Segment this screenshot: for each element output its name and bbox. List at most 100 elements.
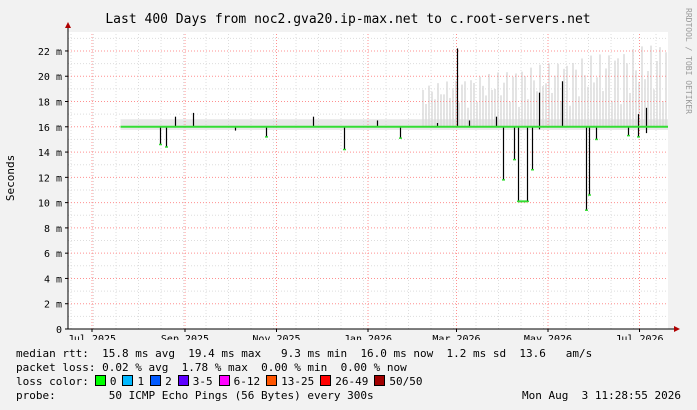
median-rtt-min: 9.3 ms min <box>280 347 348 360</box>
loss-color-item-label: 1 <box>137 375 145 388</box>
loss-color-item-label: 2 <box>165 375 172 388</box>
x-tick-label: Jul 2026 <box>615 334 663 340</box>
smoke-column <box>488 73 490 127</box>
y-tick-label: 20 m <box>38 72 62 83</box>
smoke-column <box>449 97 451 127</box>
smoke-column <box>473 82 475 127</box>
probe-timestamp: Mon Aug 3 11:28:55 2026 <box>522 389 681 402</box>
smoke-column <box>614 60 616 127</box>
smoke-column <box>443 94 445 127</box>
x-tick-label: Mar 2026 <box>432 334 480 340</box>
smoke-column <box>437 83 439 127</box>
y-tick-label: 2 m <box>44 300 62 311</box>
loss-color-swatch <box>320 375 332 386</box>
legend-median-rtt: median rtt: 15.8 ms avg 19.4 ms max 9.3 … <box>16 347 592 360</box>
loss-color-item-label: 13-25 <box>281 375 315 388</box>
smoke-column <box>599 54 601 127</box>
y-tick-label: 12 m <box>38 173 62 184</box>
y-axis: 0 2 m 4 m 6 m 8 m 10 m 12 m 14 m 16 m 18 m 20 m 22 … <box>38 47 68 336</box>
smoke-column <box>620 104 622 127</box>
smoke-column <box>611 100 613 127</box>
y-tick-label: 14 m <box>38 148 62 159</box>
smoke-column <box>527 99 529 127</box>
smoke-column <box>485 95 487 127</box>
loss-color-item-label: 6-12 <box>233 375 261 388</box>
smoke-column <box>629 93 631 127</box>
smoke-column <box>569 105 571 127</box>
loss-color-swatch <box>94 375 106 386</box>
loss-color-swatch <box>266 375 278 386</box>
smoke-column <box>521 71 523 127</box>
smoke-column <box>623 54 625 127</box>
x-axis: Jul 2025 Sep 2025 Nov 2025 Jan 2026 Mar 2026… <box>68 329 664 340</box>
smoke-column <box>551 92 553 127</box>
smoke-column <box>566 65 568 127</box>
smoke-column <box>617 58 619 127</box>
smoke-column <box>506 72 508 127</box>
y-tick-label: 8 m <box>44 224 62 235</box>
rrdtool-watermark: RRDTOOL / TOBI OETIKER <box>684 8 693 114</box>
smokeping-graph: Last 400 Days from noc2.gva20.ip-max.net… <box>0 0 697 410</box>
loss-color-swatch <box>218 375 230 386</box>
median-rtt-avg: 15.8 ms avg <box>102 347 175 360</box>
legend-probe: probe: 50 ICMP Echo Pings (56 Bytes) eve… <box>16 389 374 402</box>
smoke-column <box>548 63 550 127</box>
smoke-column <box>572 62 574 127</box>
smoke-column <box>497 72 499 127</box>
y-tick-label: 10 m <box>38 199 62 210</box>
loss-color-items: 0 1 2 3-5 6-12 13-25 26-49 50/50 <box>89 375 422 388</box>
smoke-column <box>644 79 646 127</box>
smoke-column <box>632 49 634 127</box>
smoke-column <box>533 80 535 127</box>
smoke-column <box>446 81 448 127</box>
smoke-column <box>491 90 493 127</box>
loss-color-item-label: 0 <box>109 375 117 388</box>
smoke-column <box>596 77 598 127</box>
smoke-column <box>647 71 649 127</box>
chart-title: Last 400 Days from noc2.gva20.ip-max.net… <box>105 12 590 27</box>
legend-loss-color: loss color: 0 1 2 3-5 6-12 13-25 26-49 50/50 <box>16 375 422 388</box>
smoke-column <box>470 80 472 127</box>
y-tick-label: 6 m <box>44 249 62 260</box>
latency-chart: Last 400 Days from noc2.gva20.ip-max.net… <box>4 8 693 340</box>
smoke-column <box>584 75 586 127</box>
smoke-column <box>458 102 460 127</box>
smoke-column <box>602 91 604 127</box>
median-rtt-am: 13.6 <box>519 347 546 360</box>
smoke-column <box>515 73 517 127</box>
x-tick-label: May 2026 <box>524 334 572 340</box>
packet-loss-max: 1.78 % max <box>181 361 248 374</box>
smoke-column <box>593 82 595 127</box>
smoke-column <box>542 86 544 127</box>
smoke-column <box>464 81 466 127</box>
smoke-column <box>575 69 577 127</box>
smoke-column <box>503 82 505 127</box>
smoke-column <box>518 106 520 127</box>
smoke-column <box>641 46 643 127</box>
smoke-column <box>509 101 511 127</box>
smoke-column <box>476 101 478 127</box>
smoke-column <box>626 63 628 127</box>
smoke-column <box>536 91 538 127</box>
smoke-column <box>425 103 427 127</box>
packet-loss-now: 0.00 % now <box>340 361 407 374</box>
smoke-column <box>434 99 436 127</box>
smoke-column <box>428 85 430 127</box>
y-axis-label: Seconds <box>4 155 17 201</box>
loss-color-swatch <box>374 375 386 386</box>
smoke-column <box>578 96 580 127</box>
probe-description: 50 ICMP Echo Pings (56 Bytes) every 300s <box>108 389 374 402</box>
smoke-column <box>605 68 607 127</box>
smoke-column <box>581 58 583 127</box>
median-rtt-max: 19.4 ms max <box>188 347 262 360</box>
smoke-column <box>662 101 664 127</box>
legend-packet-loss: packet loss: 0.02 % avg 1.78 % max 0.00 … <box>16 361 407 374</box>
smoke-column <box>482 85 484 127</box>
y-tick-label: 4 m <box>44 274 62 285</box>
smoke-column <box>431 91 433 127</box>
x-tick-label: Nov 2025 <box>252 334 300 340</box>
packet-loss-avg: 0.02 % avg <box>102 361 169 374</box>
smoke-column <box>494 88 496 127</box>
probe-label: probe: <box>16 389 56 402</box>
smoke-column <box>467 107 469 127</box>
